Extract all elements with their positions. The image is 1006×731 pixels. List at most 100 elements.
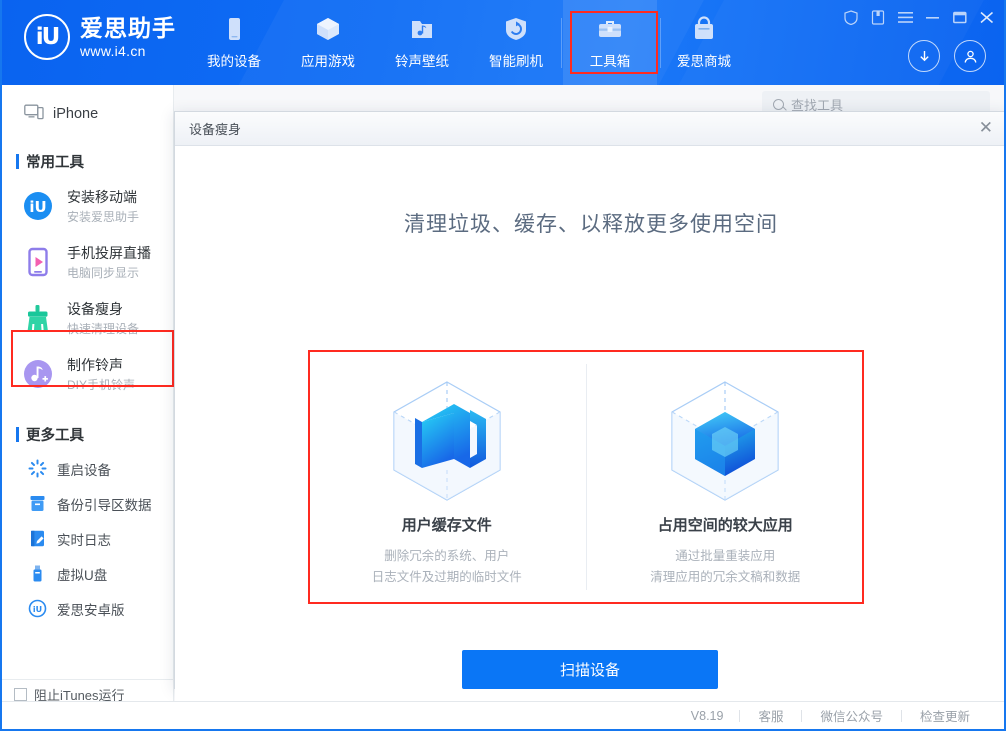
card-large-apps[interactable]: 占用空间的较大应用 通过批量重装应用 清理应用的冗余文稿和数据 [587, 350, 865, 604]
broom-clean-icon [20, 300, 56, 336]
tool-name: 设备瘦身 [67, 300, 123, 317]
tool-desc: 快速清理设备 [67, 321, 140, 336]
section-title-more-tools: 更多工具 [16, 424, 173, 445]
nav-item-ringtone-wallpaper[interactable]: 铃声壁纸 [375, 0, 469, 85]
close-icon[interactable] [980, 11, 994, 27]
wechat-official-link[interactable]: 微信公众号 [802, 706, 901, 725]
nav-label: 应用游戏 [301, 54, 355, 69]
card-desc-line-1: 通过批量重装应用 [675, 549, 776, 563]
nav-divider [660, 18, 661, 68]
device-name: iPhone [53, 106, 99, 122]
sidebar-item-i4-android[interactable]: iU 爱思安卓版 [2, 591, 173, 626]
search-icon [773, 99, 784, 110]
cleanup-options-group: 用户缓存文件 删除冗余的系统、用户 日志文件及过期的临时文件 占用空间的较大应用… [308, 350, 864, 604]
nav-label: 铃声壁纸 [395, 54, 449, 69]
cube-panel-icon [382, 372, 512, 504]
device-slim-dialog: 设备瘦身 ✕ 清理垃圾、缓存、以释放更多使用空间 用户缓存文件 删除冗余的系统、… [174, 111, 1004, 729]
i4-logo-icon: iU [20, 188, 56, 224]
card-title: 用户缓存文件 [401, 517, 492, 534]
customer-support-link[interactable]: 客服 [740, 706, 801, 725]
i4-logo-icon: iU [24, 14, 70, 60]
sidebar-item-restart-device[interactable]: 重启设备 [2, 451, 173, 486]
usb-drive-icon [28, 564, 47, 583]
tool-desc: DIY手机铃声 [67, 377, 136, 392]
log-book-icon [28, 529, 47, 548]
block-itunes-checkbox[interactable] [14, 688, 27, 701]
version-label: V8.19 [690, 708, 724, 723]
shield-icon[interactable] [844, 10, 858, 28]
sidebar-item-realtime-log[interactable]: 实时日志 [2, 521, 173, 556]
cube-icon [314, 15, 342, 43]
account-icon[interactable] [954, 40, 986, 72]
app-logo: iU 爱思助手 www.i4.cn [24, 14, 176, 60]
sidebar-tool-device-slim[interactable]: 设备瘦身 快速清理设备 [2, 290, 173, 346]
svg-text:iU: iU [33, 605, 42, 614]
application-window: iU 爱思助手 www.i4.cn 我的设备 应用游戏 铃声壁纸 智能刷机 工具… [0, 0, 1006, 731]
item-label: 虚拟U盘 [57, 567, 108, 583]
backup-box-icon [28, 494, 47, 513]
tool-desc: 安装爱思助手 [67, 209, 140, 224]
item-label: 重启设备 [57, 462, 111, 478]
ringtone-icon [20, 356, 56, 392]
tool-desc: 电脑同步显示 [67, 265, 140, 280]
restart-icon [28, 459, 47, 478]
minimize-icon[interactable] [926, 11, 940, 27]
card-description: 删除冗余的系统、用户 日志文件及过期的临时文件 [372, 546, 522, 587]
device-selector[interactable]: iPhone [2, 99, 173, 129]
dialog-heading: 清理垃圾、缓存、以释放更多使用空间 [404, 213, 778, 236]
sidebar-item-backup-boot-data[interactable]: 备份引导区数据 [2, 486, 173, 521]
nav-label: 我的设备 [207, 54, 261, 69]
book-icon[interactable] [871, 10, 885, 28]
phone-icon [220, 15, 248, 43]
nav-item-smart-flash[interactable]: 智能刷机 [469, 0, 563, 85]
top-navigation-bar: iU 爱思助手 www.i4.cn 我的设备 应用游戏 铃声壁纸 智能刷机 工具… [2, 0, 1004, 85]
window-controls [844, 10, 994, 28]
nav-label: 工具箱 [589, 54, 631, 69]
hamburger-menu-icon[interactable] [898, 11, 913, 27]
card-description: 通过批量重装应用 清理应用的冗余文稿和数据 [650, 546, 800, 587]
tool-name: 安装移动端 [67, 188, 137, 205]
sidebar-tool-screen-mirror[interactable]: 手机投屏直播 电脑同步显示 [2, 234, 173, 290]
nav-divider [561, 18, 562, 68]
main-nav: 我的设备 应用游戏 铃声壁纸 智能刷机 工具箱 爱思商城 [187, 0, 751, 85]
nav-label: 智能刷机 [489, 54, 543, 69]
svg-text:iU: iU [29, 198, 46, 216]
nav-item-store[interactable]: 爱思商城 [657, 0, 751, 85]
brand-name: 爱思助手 [80, 14, 176, 41]
cube-inner-icon [660, 372, 790, 504]
scan-device-button[interactable]: 扫描设备 [462, 650, 718, 689]
card-user-cache-files[interactable]: 用户缓存文件 删除冗余的系统、用户 日志文件及过期的临时文件 [308, 350, 586, 604]
item-label: 爱思安卓版 [57, 602, 125, 618]
section-title-common-tools: 常用工具 [16, 151, 173, 172]
card-desc-line-1: 删除冗余的系统、用户 [384, 549, 510, 563]
nav-item-apps-games[interactable]: 应用游戏 [281, 0, 375, 85]
i4-android-icon: iU [28, 599, 47, 618]
dialog-body: 清理垃圾、缓存、以释放更多使用空间 用户缓存文件 删除冗余的系统、用户 日志文件… [175, 208, 1004, 729]
status-bar: V8.19 客服 微信公众号 检查更新 [2, 701, 1004, 729]
nav-item-my-device[interactable]: 我的设备 [187, 0, 281, 85]
check-update-link[interactable]: 检查更新 [902, 706, 988, 725]
maximize-icon[interactable] [953, 11, 967, 27]
shield-refresh-icon [502, 15, 530, 43]
toolbox-icon [596, 15, 624, 43]
nav-item-toolbox[interactable]: 工具箱 [563, 0, 657, 85]
screen-mirror-icon [20, 244, 56, 280]
nav-label: 爱思商城 [677, 54, 731, 69]
download-icon[interactable] [908, 40, 940, 72]
sidebar-tool-make-ringtone[interactable]: 制作铃声 DIY手机铃声 [2, 346, 173, 402]
sidebar-tool-install-mobile[interactable]: iU 安装移动端 安装爱思助手 [2, 178, 173, 234]
sidebar-item-virtual-usb[interactable]: 虚拟U盘 [2, 556, 173, 591]
body-area: iPhone 常用工具 iU 安装移动端 安装爱思助手 手机投屏直播 电脑同步显… [2, 85, 1004, 729]
brand-url: www.i4.cn [80, 43, 146, 60]
tool-name: 手机投屏直播 [67, 244, 151, 261]
item-label: 实时日志 [57, 532, 111, 548]
sidebar: iPhone 常用工具 iU 安装移动端 安装爱思助手 手机投屏直播 电脑同步显… [2, 85, 174, 709]
card-title: 占用空间的较大应用 [657, 517, 793, 534]
top-right-actions [908, 40, 986, 72]
music-folder-icon [408, 15, 436, 43]
dialog-title: 设备瘦身 [189, 122, 242, 137]
item-label: 备份引导区数据 [57, 497, 152, 513]
shopping-bag-icon [690, 15, 718, 43]
card-desc-line-2: 清理应用的冗余文稿和数据 [650, 569, 801, 584]
close-icon[interactable]: ✕ [979, 120, 993, 137]
